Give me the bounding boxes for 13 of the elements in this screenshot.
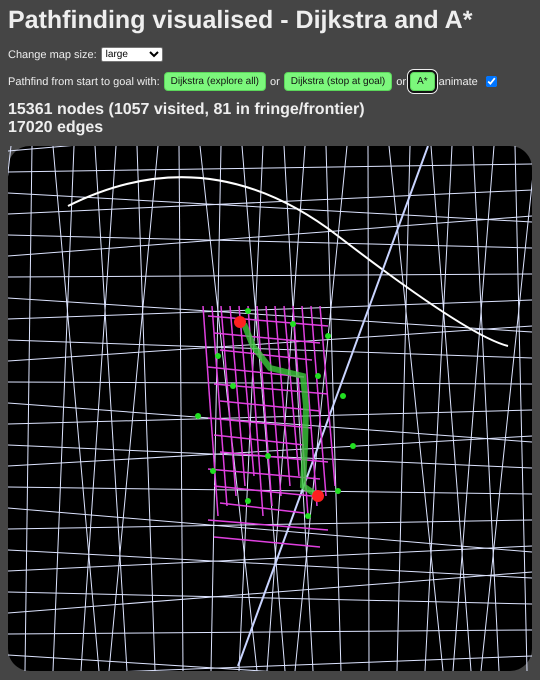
algorithm-button[interactable]: A* (410, 72, 435, 91)
connector-text: or (396, 76, 406, 88)
connector-text: animate (438, 76, 478, 88)
connector-text: or (270, 76, 280, 88)
stats-text: 15361 nodes (1057 visited, 81 in fringe/frontier) (8, 101, 366, 120)
algorithm-button[interactable]: Dijkstra (explore all) (164, 72, 266, 91)
page-title: Pathfinding visualised - Dijkstra and A* (8, 6, 474, 35)
algorithm-button[interactable]: Dijkstra (stop at goal) (284, 72, 392, 91)
pathfind-label: Pathfind from start to goal with: (8, 76, 160, 88)
map-size-label: Change map size: (8, 48, 97, 60)
animate-checkbox[interactable] (486, 76, 497, 87)
map-size-select[interactable]: large (100, 47, 163, 62)
stats-text: 17020 edges (8, 119, 104, 138)
